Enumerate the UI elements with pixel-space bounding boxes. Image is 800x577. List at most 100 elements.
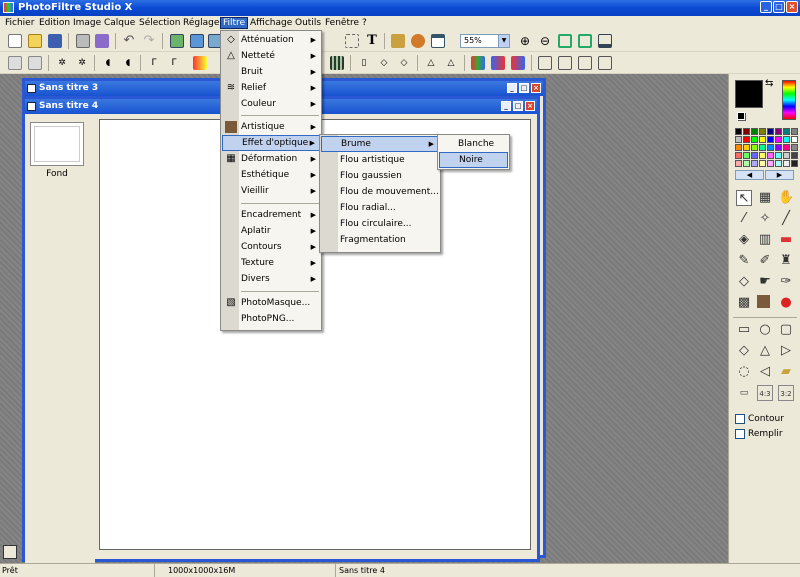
menu-reglage[interactable]: Réglage — [181, 17, 221, 29]
rounded-rect-shape-icon[interactable]: ▢ — [778, 322, 794, 338]
color-swatch[interactable] — [791, 128, 798, 135]
menu-item-encadrement[interactable]: Encadrement ▶ — [222, 207, 320, 223]
smudge-tool-icon[interactable]: ☛ — [757, 274, 773, 290]
crop-icon[interactable] — [345, 34, 359, 48]
menu-selection[interactable]: Sélection — [137, 17, 182, 29]
color-swatch[interactable] — [791, 144, 798, 151]
menu-item-couleur[interactable]: Couleur ▶ — [222, 96, 320, 112]
color-spectrum[interactable] — [782, 80, 796, 120]
color-swatch[interactable] — [735, 136, 742, 143]
grid-filter-icon[interactable] — [330, 56, 344, 70]
ratio-43-icon[interactable]: 4:3 — [757, 385, 773, 401]
sharpen2-icon[interactable]: △ — [444, 56, 458, 70]
color-swatch[interactable] — [751, 128, 758, 135]
color-swatch[interactable] — [775, 160, 782, 167]
rectangle-shape-icon[interactable]: ▭ — [736, 322, 752, 338]
ratio-32-icon[interactable]: 3:2 — [778, 385, 794, 401]
clone-tool-icon[interactable]: ✑ — [778, 274, 794, 290]
gradient-icon[interactable] — [511, 56, 525, 70]
menu-item-contours[interactable]: Contours ▶ — [222, 239, 320, 255]
copy-image-icon[interactable] — [170, 34, 184, 48]
menu-item-noire[interactable]: Noire — [439, 152, 508, 168]
minimize-button[interactable]: _ — [760, 1, 772, 13]
polygon-lasso-icon[interactable]: ◁ — [757, 364, 773, 380]
contrast-up-icon[interactable]: ◖ — [121, 56, 135, 70]
color-balance-icon[interactable] — [491, 56, 505, 70]
color-swatch[interactable] — [767, 128, 774, 135]
color-swatch[interactable] — [791, 160, 798, 167]
sharpen-icon[interactable]: △ — [424, 56, 438, 70]
auto-levels-icon[interactable] — [8, 56, 22, 70]
fullscreen-icon[interactable] — [598, 34, 612, 48]
menu-item-artistique[interactable]: Artistique ▶ — [222, 119, 320, 135]
menu-item-flou-circulaire[interactable]: Flou circulaire... — [321, 216, 439, 232]
menu-item-texture[interactable]: Texture ▶ — [222, 255, 320, 271]
menu-item-divers[interactable]: Divers ▶ — [222, 271, 320, 287]
color-swatch[interactable] — [775, 144, 782, 151]
menu-item-photopng[interactable]: PhotoPNG... — [222, 311, 320, 327]
color-swatch[interactable] — [759, 152, 766, 159]
color-swatch[interactable] — [783, 136, 790, 143]
color-swatch[interactable] — [735, 144, 742, 151]
advanced-brush-tool-icon[interactable]: ✐ — [757, 253, 773, 269]
gamma-up-icon[interactable]: Γ — [167, 56, 181, 70]
doc-maximize-button[interactable]: □ — [513, 101, 523, 111]
menu-item-flou-artistique[interactable]: Flou artistique — [321, 152, 439, 168]
background-color[interactable] — [737, 112, 745, 120]
menu-calque[interactable]: Calque — [102, 17, 137, 29]
color-swatch[interactable] — [743, 136, 750, 143]
zoom-out-icon[interactable]: ⊖ — [538, 34, 552, 48]
paste-image-icon[interactable] — [190, 34, 204, 48]
new-icon[interactable] — [8, 34, 22, 48]
menu-item-aplatir[interactable]: Aplatir ▶ — [222, 223, 320, 239]
triangle-right-shape-icon[interactable]: ▷ — [778, 343, 794, 359]
strawberry-icon[interactable]: ● — [778, 295, 794, 311]
color-swatch[interactable] — [743, 160, 750, 167]
palette-prev-button[interactable]: ◀ — [735, 170, 764, 180]
swap-colors-icon[interactable]: ⇆ — [765, 78, 773, 89]
auto-contrast-icon[interactable] — [28, 56, 42, 70]
hand-tool-icon[interactable]: ✋ — [778, 190, 794, 206]
blur-icon[interactable]: ▯ — [357, 56, 371, 70]
color-swatch[interactable] — [783, 128, 790, 135]
menu-item-deformation[interactable]: ▦ Déformation ▶ — [222, 151, 320, 167]
color-swatch[interactable] — [791, 152, 798, 159]
doc-close-button[interactable]: × — [525, 101, 535, 111]
magic-wand-tool-icon[interactable]: ✧ — [757, 211, 773, 227]
color-swatch[interactable] — [751, 152, 758, 159]
color-swatch[interactable] — [759, 128, 766, 135]
eraser-tool-icon[interactable]: ▬ — [778, 232, 794, 248]
color-swatch[interactable] — [735, 160, 742, 167]
drop2-icon[interactable]: ◇ — [397, 56, 411, 70]
menu-item-bruit[interactable]: Bruit ▶ — [222, 64, 320, 80]
select-tool-icon[interactable]: ▦ — [757, 190, 773, 206]
menu-item-relief[interactable]: ≋ Relief ▶ — [222, 80, 320, 96]
fill-checkbox[interactable] — [735, 429, 745, 439]
pointer-tool-icon[interactable]: ↖ — [736, 190, 752, 206]
rotate-icon[interactable] — [578, 56, 592, 70]
color-swatch[interactable] — [767, 152, 774, 159]
window-icon[interactable] — [431, 34, 445, 48]
doc-maximize-button[interactable]: □ — [519, 83, 529, 93]
color-swatch[interactable] — [759, 144, 766, 151]
open-icon[interactable] — [28, 34, 42, 48]
redo-icon[interactable]: ↷ — [142, 34, 156, 48]
gamma-down-icon[interactable]: Γ — [147, 56, 161, 70]
contrast-down-icon[interactable]: ◖ — [101, 56, 115, 70]
zoom-select[interactable]: 55% ▼ — [460, 34, 510, 48]
color-swatch[interactable] — [751, 160, 758, 167]
close-button[interactable]: × — [786, 1, 798, 13]
color-swatch[interactable] — [791, 136, 798, 143]
color-swatch[interactable] — [775, 152, 782, 159]
color-swatch[interactable] — [767, 136, 774, 143]
palette-icon[interactable] — [471, 56, 485, 70]
saturation-icon[interactable] — [193, 56, 207, 70]
menu-affichage[interactable]: Affichage — [248, 17, 294, 29]
color-swatch[interactable] — [775, 136, 782, 143]
menu-item-esthetique[interactable]: Esthétique ▶ — [222, 167, 320, 183]
color-swatch[interactable] — [783, 160, 790, 167]
actual-size-icon[interactable] — [578, 34, 592, 48]
brush-tool-icon[interactable]: ✎ — [736, 253, 752, 269]
triangle-shape-icon[interactable]: △ — [757, 343, 773, 359]
menu-item-flou-mouvement[interactable]: Flou de mouvement... — [321, 184, 439, 200]
